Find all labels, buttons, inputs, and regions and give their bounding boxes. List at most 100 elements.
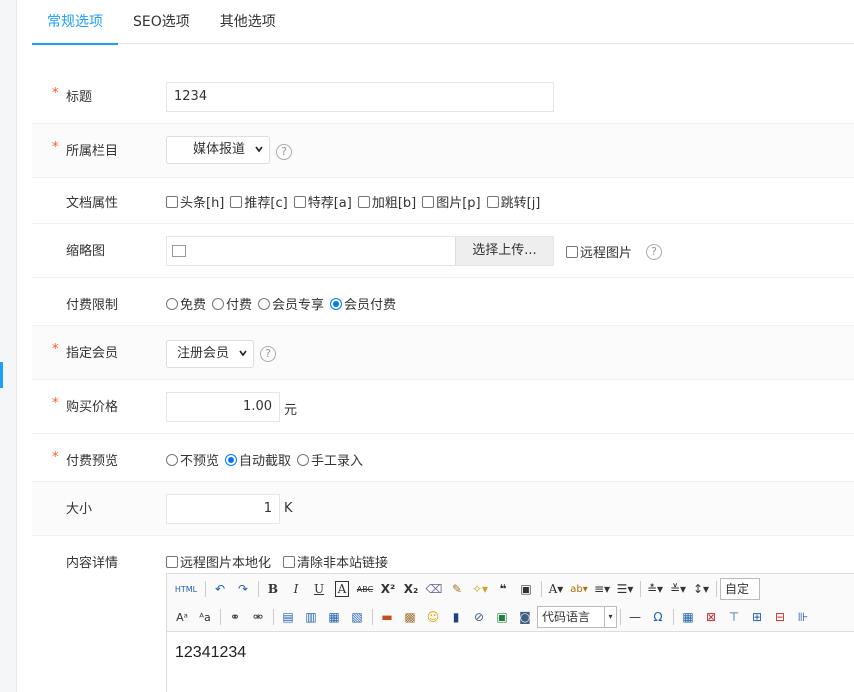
member-select[interactable]: 注册会员	[166, 340, 254, 368]
checkbox-box[interactable]	[566, 245, 578, 258]
html-source-button[interactable]: HTML	[171, 578, 201, 600]
to-uppercase-icon[interactable]: Aᵃ	[171, 606, 193, 628]
title-input[interactable]: 1234	[166, 82, 554, 112]
radio-circle[interactable]	[166, 297, 178, 310]
horizontal-rule-icon[interactable]: —	[624, 606, 646, 628]
attachment-icon[interactable]: ⊘	[468, 606, 490, 628]
checkbox-jump[interactable]: 跳转[j]	[486, 192, 540, 211]
checkbox-box[interactable]	[166, 195, 178, 208]
category-select[interactable]: 媒体报道	[166, 136, 270, 164]
paid-limit-label: 付费限制	[66, 298, 119, 313]
code-language-select[interactable]: 代码语言 ▾	[537, 606, 617, 628]
radio-circle[interactable]	[212, 297, 225, 310]
blockquote-icon[interactable]: ❝	[492, 578, 514, 600]
checkbox-clear-links[interactable]: 清除非本站链接	[283, 552, 388, 571]
radio-no-preview[interactable]: 不预览	[166, 450, 219, 469]
radio-circle[interactable]	[297, 453, 310, 466]
paragraph-spacing-bottom-icon[interactable]: ≚▾	[667, 578, 689, 600]
help-icon[interactable]: ?	[646, 244, 662, 260]
tab-general[interactable]: 常规选项	[32, 0, 118, 45]
align-left-icon[interactable]: ▤	[277, 606, 299, 628]
italic-icon[interactable]: I	[285, 578, 307, 600]
redo-icon[interactable]: ↷	[232, 578, 254, 600]
ordered-list-icon[interactable]: ≡▾	[591, 578, 613, 600]
thumbnail-upload[interactable]: 选择上传...	[166, 236, 554, 266]
image-icon[interactable]: ▬	[376, 606, 398, 628]
auto-format-icon[interactable]: ✧▾	[469, 578, 491, 600]
upload-button[interactable]: 选择上传...	[455, 237, 553, 265]
chevron-down-icon	[239, 350, 247, 357]
superscript-icon[interactable]: X²	[377, 578, 399, 600]
undo-icon[interactable]: ↶	[209, 578, 231, 600]
paste-text-icon[interactable]: ▣	[515, 578, 537, 600]
align-justify-icon[interactable]: ▧	[346, 606, 368, 628]
video-icon[interactable]: ▮	[445, 606, 467, 628]
unordered-list-icon[interactable]: ☰▾	[614, 578, 636, 600]
checkbox-box[interactable]	[422, 195, 435, 208]
checkbox-recommend[interactable]: 推荐[c]	[230, 192, 288, 211]
checkbox-box[interactable]	[486, 195, 499, 208]
toolbar-separator	[258, 581, 259, 597]
delete-table-icon[interactable]: ⊠	[700, 606, 722, 628]
eraser-icon[interactable]: ⌫	[423, 578, 445, 600]
tab-seo[interactable]: SEO选项	[118, 0, 205, 44]
custom-style-select[interactable]: 自定	[720, 578, 760, 600]
checkbox-box[interactable]	[293, 195, 306, 208]
checkbox-bold[interactable]: 加粗[b]	[357, 192, 416, 211]
price-input[interactable]: 1.00	[166, 392, 280, 422]
radio-label: 手工录入	[311, 454, 364, 469]
map-icon[interactable]: ▣	[491, 606, 513, 628]
align-right-icon[interactable]: ▦	[323, 606, 345, 628]
align-center-icon[interactable]: ▥	[300, 606, 322, 628]
help-icon[interactable]: ?	[260, 346, 276, 362]
radio-label: 自动截取	[239, 454, 292, 469]
size-input[interactable]: 1	[166, 494, 280, 524]
format-brush-icon[interactable]: ✎	[446, 578, 468, 600]
special-char-icon[interactable]: Ω	[647, 606, 669, 628]
subscript-icon[interactable]: X₂	[400, 578, 422, 600]
radio-member-only[interactable]: 会员专享	[258, 294, 324, 313]
link-icon[interactable]: ⚭	[224, 606, 246, 628]
checkbox-box[interactable]	[283, 555, 296, 568]
multi-image-icon[interactable]: ▩	[399, 606, 421, 628]
checkbox-headline[interactable]: 头条[h]	[166, 192, 224, 211]
line-height-icon[interactable]: ↕▾	[690, 578, 712, 600]
highlight-color-icon[interactable]: ab▾	[568, 578, 590, 600]
toolbar-row-1: HTML ↶ ↷ B I U A ABC X² X₂ ⌫ ✎ ✧▾ ❝ ▣ A▾…	[171, 576, 760, 602]
radio-circle[interactable]	[166, 453, 178, 466]
radio-circle[interactable]	[330, 297, 343, 310]
checkbox-box[interactable]	[166, 555, 178, 568]
radio-member-paid[interactable]: 会员付费	[330, 294, 396, 313]
delete-row-icon[interactable]: ⊟	[769, 606, 791, 628]
checkbox-localize-images[interactable]: 远程图片本地化	[166, 552, 271, 571]
toolbar-separator	[273, 609, 274, 625]
radio-circle[interactable]	[258, 297, 271, 310]
underline-icon[interactable]: U	[308, 578, 330, 600]
checkbox-picture[interactable]: 图片[p]	[422, 192, 481, 211]
insert-frame-icon[interactable]: ◙	[514, 606, 536, 628]
emoji-icon[interactable]: ☺	[422, 606, 444, 628]
checkbox-special[interactable]: 特荐[a]	[293, 192, 352, 211]
unlink-icon[interactable]: ⚮	[247, 606, 269, 628]
radio-free[interactable]: 免费	[166, 294, 206, 313]
checkbox-box[interactable]	[230, 195, 243, 208]
strikethrough-icon[interactable]: ABC	[354, 578, 376, 600]
paragraph-spacing-top-icon[interactable]: ≛▾	[644, 578, 666, 600]
font-border-icon[interactable]: A	[331, 578, 353, 600]
editor-content-area[interactable]: 12341234	[167, 632, 854, 674]
checkbox-box[interactable]	[357, 195, 370, 208]
to-lowercase-icon[interactable]: ᴬa	[194, 606, 216, 628]
font-color-icon[interactable]: A▾	[545, 578, 567, 600]
help-icon[interactable]: ?	[276, 144, 292, 160]
radio-circle[interactable]	[225, 453, 238, 466]
table-icon[interactable]: ▦	[677, 606, 699, 628]
bold-icon[interactable]: B	[262, 578, 284, 600]
radio-paid[interactable]: 付费	[212, 294, 252, 313]
radio-manual-input[interactable]: 手工录入	[297, 450, 363, 469]
radio-auto-cut[interactable]: 自动截取	[225, 450, 291, 469]
insert-col-icon[interactable]: ⊪	[792, 606, 814, 628]
tab-other[interactable]: 其他选项	[205, 0, 291, 44]
checkbox-remote-image[interactable]: 远程图片	[566, 242, 632, 261]
insert-row-icon[interactable]: ⊞	[746, 606, 768, 628]
insert-para-before-table-icon[interactable]: ⊤	[723, 606, 745, 628]
